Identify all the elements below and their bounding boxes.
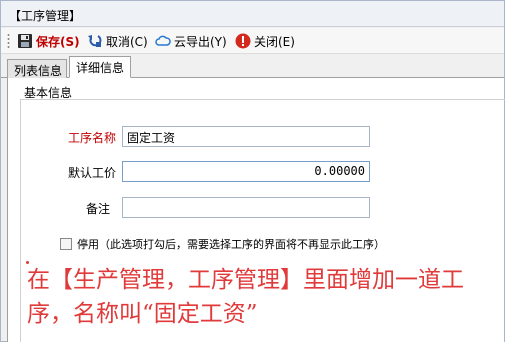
tab-bar: 列表信息 详细信息 — [1, 56, 504, 78]
default-price-label: 默认工价 — [67, 166, 116, 180]
cancel-button-label: 取消(C) — [106, 34, 148, 49]
cancel-icon — [87, 33, 103, 49]
process-management-window: 【工序管理】 保存(S) 取消(C) 云导出(Y) 关闭(E) 列表信息 详细信… — [0, 0, 505, 342]
close-button-label: 关闭(E) — [254, 34, 295, 49]
cloud-export-icon — [155, 33, 171, 49]
disable-checkbox[interactable] — [60, 238, 72, 250]
note-label: 备注 — [85, 202, 110, 216]
cloud-export-button-label: 云导出(Y) — [174, 34, 227, 49]
save-button-label: 保存(S) — [36, 34, 80, 49]
save-icon — [17, 33, 33, 49]
window-title: 【工序管理】 — [9, 9, 82, 23]
group-divider — [20, 99, 505, 100]
close-icon — [235, 33, 251, 49]
title-bar: 【工序管理】 — [1, 1, 504, 27]
process-name-input[interactable]: 固定工资 — [122, 126, 370, 147]
toolbar: 保存(S) 取消(C) 云导出(Y) 关闭(E) — [1, 28, 504, 54]
toolbar-grip[interactable] — [7, 33, 10, 49]
close-button[interactable]: 关闭(E) — [235, 32, 295, 50]
disable-checkbox-label: 停用（此选项打勾后，需要选择工序的界面将不再显示此工序） — [77, 238, 385, 251]
save-button[interactable]: 保存(S) — [17, 32, 80, 50]
tab-list-info[interactable]: 列表信息 — [7, 59, 67, 78]
cancel-button[interactable]: 取消(C) — [87, 32, 148, 50]
disable-checkbox-row[interactable]: 停用（此选项打勾后，需要选择工序的界面将不再显示此工序） — [60, 236, 385, 252]
tab-detail-info[interactable]: 详细信息 — [69, 56, 131, 78]
instruction-annotation: 在【生产管理，工序管理】里面增加一道工序，名称叫“固定工资” — [27, 267, 464, 327]
process-name-label: 工序名称 — [67, 131, 116, 145]
note-input[interactable] — [122, 197, 370, 218]
default-price-input[interactable]: 0.00000 — [122, 161, 370, 182]
group-border-left — [20, 99, 21, 342]
cloud-export-button[interactable]: 云导出(Y) — [155, 32, 227, 50]
